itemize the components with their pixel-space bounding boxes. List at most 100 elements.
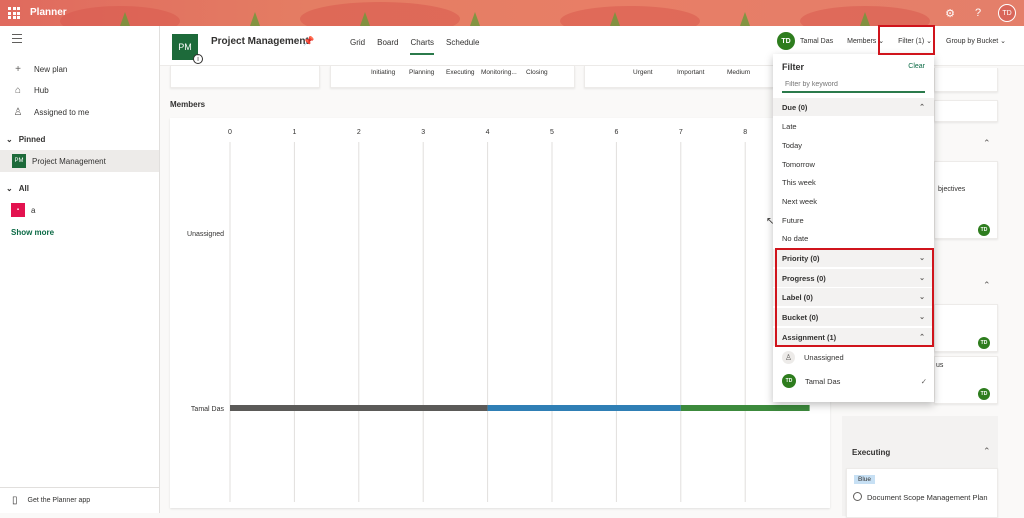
sidebar: + New plan ⌂ Hub ♙ Assigned to me ⌄ Pinn… [0,26,160,513]
task-card[interactable]: us TD [934,356,998,404]
filter-section-due[interactable]: Due (0) ⌃ [773,98,934,116]
x-tick-label: 1 [292,129,296,136]
board-card [934,68,998,92]
clear-filter-button[interactable]: Clear [908,63,925,70]
top-app-bar: Planner ⚙ ? TD [0,0,1024,26]
x-tick-label: 5 [550,129,554,136]
sidebar-item-a[interactable]: ▪ a [11,203,35,217]
bucket-card: Initiating Planning Executing Monitoring… [330,66,575,88]
sidebar-item-project-management[interactable]: PM Project Management [0,150,159,172]
priority-tick: Urgent [633,69,653,76]
x-tick-label: 6 [614,129,618,136]
priority-tick: Important [677,69,705,76]
sidebar-item-label: Assigned to me [34,108,90,117]
help-icon[interactable]: ? [970,5,986,21]
avatar: TD [777,32,796,50]
executing-bucket: Executing ⌃ Blue Document Scope Manageme… [842,416,998,518]
bucket-tick: Executing [446,69,475,76]
filter-option-unassigned[interactable]: ♙ Unassigned [782,351,927,364]
get-app-link[interactable]: ▯ Get the Planner app [0,487,159,513]
y-category-label: Unassigned [187,231,224,238]
tab-grid[interactable]: Grid [350,38,365,55]
mouse-cursor-icon: ↖ [766,216,775,227]
member-chip[interactable]: TD Tamal Das [777,32,833,50]
hamburger-icon[interactable] [12,34,22,46]
sidebar-item-assigned-to-me[interactable]: ♙ Assigned to me [12,107,90,118]
task-card[interactable]: TD [934,304,998,352]
tab-board[interactable]: Board [377,38,398,55]
sidebar-item-label: a [31,205,36,215]
sections-highlight [775,248,934,347]
filter-panel: Filter Clear Due (0)⌃ Late Today Tomorro… [773,54,934,402]
filter-option-no-date[interactable]: No date [782,234,808,243]
sidebar-item-label: Hub [34,86,49,95]
filter-keyword-input[interactable] [782,77,925,93]
status-card [170,66,320,88]
task-title[interactable]: Document Scope Management Plan [867,493,988,502]
complete-checkbox[interactable] [853,492,862,501]
home-icon: ⌂ [14,85,22,96]
plan-badge: ▪ [11,203,25,217]
avatar: TD [978,388,990,400]
filter-option-tomorrow[interactable]: Tomorrow [782,160,815,169]
plan-badge: PM [12,154,26,168]
filter-option-this-week[interactable]: This week [782,178,816,187]
bucket-tick: Planning [409,69,435,76]
all-section-header[interactable]: ⌄ All [6,184,29,193]
members-chart: 0 1 2 3 4 5 6 7 8 Unassigned Tamal Das [170,118,830,508]
filter-option-late[interactable]: Late [782,122,797,131]
sidebar-item-label: New plan [34,65,68,74]
app-name[interactable]: Planner [30,7,67,18]
plan-title[interactable]: Project Management [211,36,309,47]
filter-option-today[interactable]: Today [782,141,802,150]
task-card[interactable]: Blue Document Scope Management Plan [846,468,998,518]
group-by-button[interactable]: Group by Bucket ⌄ [946,37,1006,45]
board-card [934,100,998,122]
filter-highlight [878,25,935,55]
x-tick-label: 7 [679,129,683,136]
account-avatar[interactable]: TD [998,4,1016,22]
chevron-down-icon: ⌄ [1000,38,1006,45]
bucket-title: Executing [852,448,891,457]
members-chart-svg: 0 1 2 3 4 5 6 7 8 Unassigned Tamal Das [187,129,810,502]
sidebar-item-hub[interactable]: ⌂ Hub [12,85,49,96]
gear-icon[interactable]: ⚙ [942,5,958,21]
app-launcher-icon[interactable] [8,7,20,19]
tab-schedule[interactable]: Schedule [446,38,479,55]
x-tick-label: 3 [421,129,425,136]
bucket-tick: Initiating [371,69,396,76]
filter-option-next-week[interactable]: Next week [782,197,817,206]
chevron-up-icon[interactable]: ⌃ [983,446,991,457]
task-card[interactable]: bjectives TD [934,161,998,239]
chevron-down-icon: ⌄ [6,184,13,193]
tab-charts[interactable]: Charts [410,38,435,55]
chevron-down-icon: ⌄ [6,135,13,144]
chart-bar-segment[interactable] [230,405,488,411]
info-icon[interactable]: i [193,54,203,64]
person-icon: ♙ [782,351,795,364]
show-more-link[interactable]: Show more [11,228,54,237]
priority-tick: Medium [727,69,751,76]
filter-title: Filter [782,62,805,72]
members-chart-title: Members [170,100,206,109]
plus-icon: + [15,64,21,75]
x-tick-label: 4 [486,129,490,136]
pinned-section-header[interactable]: ⌄ Pinned [6,135,45,144]
charts-area: Initiating Planning Executing Monitoring… [160,66,838,513]
priority-card: Urgent Important Medium [584,66,774,88]
sidebar-item-label: Project Management [32,156,106,166]
chevron-up-icon[interactable]: ⌃ [983,138,991,149]
chart-bar-segment[interactable] [487,405,681,411]
chevron-up-icon[interactable]: ⌃ [983,280,991,291]
chart-bar-segment[interactable] [680,405,810,411]
bucket-tick: Closing [526,69,548,76]
filter-option-future[interactable]: Future [782,216,804,225]
x-tick-label: 0 [228,129,232,136]
avatar: TD [978,337,990,349]
filter-option-tamal-das[interactable]: TD Tamal Das ✓ [782,374,927,388]
pin-icon[interactable]: 📌 [303,36,314,47]
avatar: TD [782,374,796,388]
x-tick-label: 8 [743,129,747,136]
x-tick-label: 2 [357,129,361,136]
sidebar-item-new-plan[interactable]: + New plan [12,64,67,75]
